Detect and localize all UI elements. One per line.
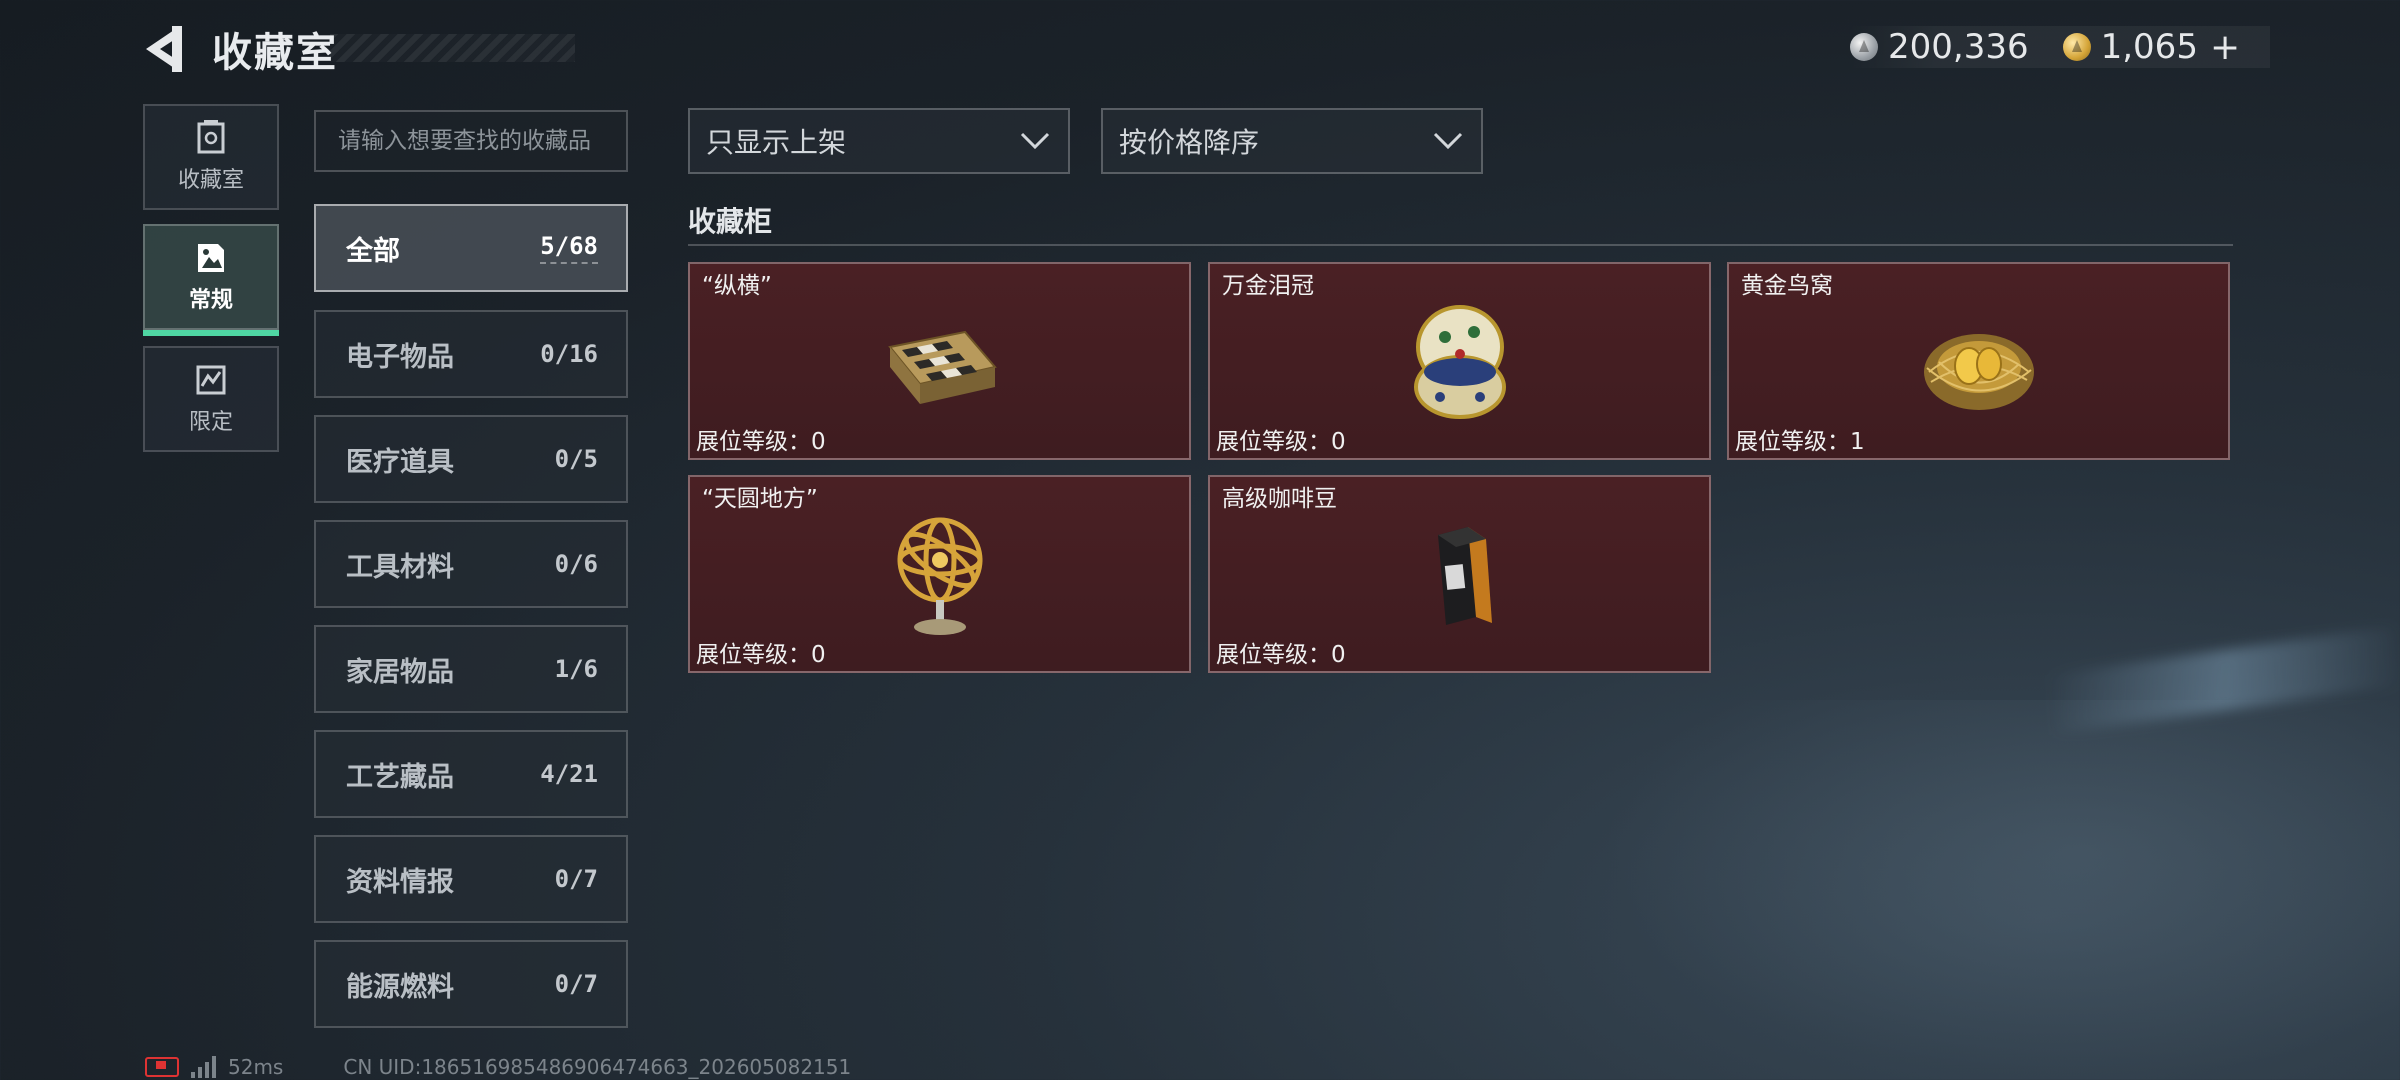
category-name: 工具材料 bbox=[346, 551, 454, 583]
item-card[interactable]: 高级咖啡豆 展位等级：0 bbox=[1208, 475, 1711, 673]
coffee-bag-icon bbox=[1437, 527, 1492, 625]
item-level: 展位等级：0 bbox=[696, 642, 826, 668]
chevron-down-icon bbox=[1020, 132, 1050, 150]
status-footer: 52ms CN UID:18651698548690647466​3_20260… bbox=[145, 1055, 851, 1079]
item-name: 黄金鸟窝 bbox=[1741, 273, 1833, 299]
search-input[interactable]: 请输入想要查找的收藏品 bbox=[314, 110, 628, 172]
section-title: 收藏柜 bbox=[688, 205, 773, 238]
collection-icon bbox=[198, 244, 224, 272]
armillary-sphere-icon bbox=[897, 517, 982, 635]
chessboard-icon bbox=[887, 330, 997, 404]
category-name: 家居物品 bbox=[346, 656, 454, 688]
category-count: 4/21 bbox=[540, 760, 598, 788]
category-crafts[interactable]: 工艺藏品 4/21 bbox=[314, 730, 628, 818]
side-tab-limited[interactable]: 限定 bbox=[143, 346, 279, 452]
category-name: 电子物品 bbox=[346, 341, 454, 373]
category-count: 0/16 bbox=[540, 340, 598, 368]
category-intel[interactable]: 资料情报 0/7 bbox=[314, 835, 628, 923]
silver-amount: 200,336 bbox=[1888, 27, 2029, 67]
item-name: “天圆地方” bbox=[702, 486, 818, 512]
item-card[interactable]: “天圆地方” 展位等级：0 bbox=[688, 475, 1191, 673]
item-card[interactable]: 黄金鸟窝 展位等级：1 bbox=[1727, 262, 2230, 460]
jeweled-egg-icon bbox=[1413, 305, 1506, 419]
gold-amount: 1,065 bbox=[2100, 27, 2198, 67]
limited-icon bbox=[196, 365, 226, 395]
item-card[interactable]: 万金泪冠 展位等级：0 bbox=[1208, 262, 1711, 460]
signal-icon bbox=[191, 1056, 216, 1078]
currency-gold: 1,065 + bbox=[2062, 27, 2240, 68]
category-count: 0/7 bbox=[554, 970, 598, 998]
category-count: 0/7 bbox=[554, 865, 598, 893]
battery-icon bbox=[145, 1057, 179, 1077]
category-count: 5/68 bbox=[540, 232, 598, 264]
back-arrow-icon[interactable] bbox=[140, 22, 190, 76]
category-tools[interactable]: 工具材料 0/6 bbox=[314, 520, 628, 608]
chevron-down-icon bbox=[1433, 132, 1463, 150]
item-card[interactable]: “纵横” 展位等级：0 bbox=[688, 262, 1191, 460]
category-medical[interactable]: 医疗道具 0/5 bbox=[314, 415, 628, 503]
item-name: 高级咖啡豆 bbox=[1222, 486, 1337, 512]
category-name: 医疗道具 bbox=[346, 446, 454, 478]
item-level: 展位等级：0 bbox=[1216, 642, 1346, 668]
background-ridge bbox=[1600, 700, 2400, 1080]
sort-value: 按价格降序 bbox=[1119, 126, 1260, 159]
category-name: 工艺藏品 bbox=[346, 761, 454, 793]
category-name: 能源燃料 bbox=[346, 971, 454, 1003]
sort-dropdown[interactable]: 按价格降序 bbox=[1101, 108, 1483, 174]
category-electronics[interactable]: 电子物品 0/16 bbox=[314, 310, 628, 398]
page-title: 收藏室 bbox=[212, 30, 338, 76]
currency-silver: 200,336 bbox=[1850, 27, 2029, 67]
category-fuel[interactable]: 能源燃料 0/7 bbox=[314, 940, 628, 1028]
ping-value: 52ms bbox=[228, 1055, 284, 1079]
category-count: 1/6 bbox=[554, 655, 598, 683]
side-tab-vault[interactable]: 收藏室 bbox=[143, 104, 279, 210]
category-name: 全部 bbox=[346, 235, 400, 267]
category-name: 资料情报 bbox=[346, 866, 454, 898]
section-divider bbox=[688, 244, 2233, 246]
side-tab-label: 收藏室 bbox=[177, 168, 244, 193]
item-level: 展位等级：1 bbox=[1735, 429, 1865, 455]
side-tab-regular[interactable]: 常规 bbox=[143, 224, 279, 336]
item-level: 展位等级：0 bbox=[1216, 429, 1346, 455]
item-name: 万金泪冠 bbox=[1222, 273, 1314, 299]
shelf-filter-value: 只显示上架 bbox=[706, 126, 847, 159]
shelf-filter-dropdown[interactable]: 只显示上架 bbox=[688, 108, 1070, 174]
vault-icon bbox=[197, 120, 225, 154]
side-tab-label: 常规 bbox=[188, 288, 233, 313]
item-level: 展位等级：0 bbox=[696, 429, 826, 455]
currency-bar: 200,336 1,065 + bbox=[1850, 26, 2270, 68]
golden-nest-icon bbox=[1923, 334, 2034, 410]
side-tab-label: 限定 bbox=[188, 410, 233, 435]
silver-coin-icon bbox=[1850, 33, 1878, 61]
user-uid: CN UID:18651698548690647466​3_2026050821… bbox=[343, 1055, 852, 1079]
add-currency-button[interactable]: + bbox=[2210, 27, 2240, 68]
gold-coin-icon bbox=[2062, 33, 2091, 61]
category-count: 0/5 bbox=[554, 445, 598, 473]
category-household[interactable]: 家居物品 1/6 bbox=[314, 625, 628, 713]
item-name: “纵横” bbox=[702, 273, 772, 299]
category-count: 0/6 bbox=[554, 550, 598, 578]
category-all[interactable]: 全部 5/68 bbox=[314, 204, 628, 292]
title-decoration bbox=[330, 34, 575, 62]
